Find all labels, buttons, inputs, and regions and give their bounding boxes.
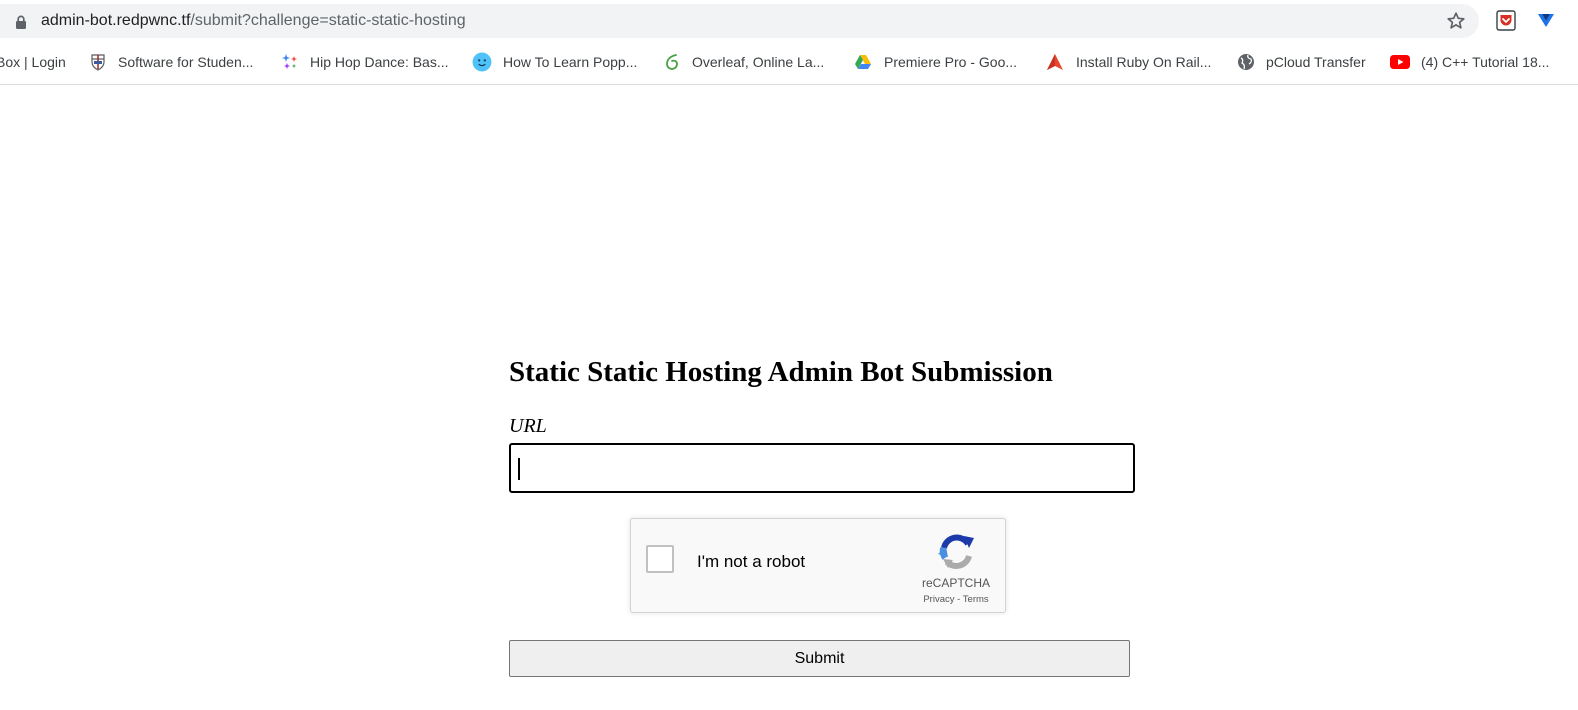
submit-button[interactable]: Submit (509, 640, 1130, 677)
browser-chrome: admin-bot.redpwnc.tf/submit?challenge=st… (0, 0, 1578, 85)
bookmark-label: Premiere Pro - Goo... (884, 54, 1018, 70)
gorails-icon (1047, 54, 1063, 70)
recaptcha-privacy-link[interactable]: Privacy (923, 594, 954, 605)
bookmark-install-ruby-on-rails[interactable]: Install Ruby On Rail... (1045, 44, 1211, 80)
overleaf-leaf-icon (666, 54, 678, 70)
globe-icon (1238, 54, 1254, 70)
url-path: /submit?challenge=static-static-hosting (190, 12, 466, 29)
text-caret (518, 458, 520, 480)
university-crest-icon (91, 54, 105, 71)
bookmark-how-to-learn-popping[interactable]: How To Learn Popp... (472, 44, 637, 80)
recaptcha-widget: I'm not a robot reCAPTCHA Privacy - Term… (630, 518, 1006, 613)
bookmark-overleaf[interactable]: Overleaf, Online La... (663, 44, 824, 80)
bookmarks-bar: Box | Login Software for Studen... Hip H… (0, 44, 1578, 80)
recaptcha-logo-icon (938, 534, 974, 569)
bookmark-label: Box | Login (0, 54, 66, 70)
recaptcha-brand: reCAPTCHA (921, 576, 990, 590)
bookmark-box-login[interactable]: Box | Login (0, 44, 66, 80)
smiley-icon (472, 52, 492, 72)
recaptcha-links: Privacy - Terms (901, 594, 1011, 606)
recaptcha-checkbox[interactable] (646, 545, 674, 573)
bookmark-label: Hip Hop Dance: Bas... (310, 54, 449, 70)
url-label: URL (509, 415, 547, 437)
address-bar[interactable]: admin-bot.redpwnc.tf/submit?challenge=st… (0, 4, 1479, 38)
recaptcha-link-separator: - (954, 594, 963, 605)
extension-heart-icon[interactable] (1536, 11, 1556, 31)
youtube-icon (1390, 55, 1410, 69)
pocket-extension-icon[interactable] (1496, 10, 1516, 32)
google-drive-icon (855, 55, 871, 69)
bookmark-software-for-students[interactable]: Software for Studen... (89, 44, 253, 80)
bookmark-label: (4) C++ Tutorial 18... (1421, 54, 1550, 70)
bookmark-hip-hop-dance[interactable]: Hip Hop Dance: Bas... (281, 44, 449, 80)
bookmark-label: Overleaf, Online La... (692, 54, 825, 70)
bookmark-cpp-tutorial[interactable]: (4) C++ Tutorial 18... (1390, 44, 1549, 80)
bookmark-label: pCloud Transfer (1266, 54, 1366, 70)
star-icon[interactable] (1446, 11, 1466, 31)
lock-icon[interactable] (15, 15, 27, 29)
bookmark-premiere-pro[interactable]: Premiere Pro - Goo... (853, 44, 1017, 80)
url-text[interactable]: admin-bot.redpwnc.tf/submit?challenge=st… (41, 4, 466, 38)
recaptcha-terms-link[interactable]: Terms (963, 594, 989, 605)
url-input[interactable] (509, 443, 1135, 493)
bookmark-pcloud-transfer[interactable]: pCloud Transfer (1237, 44, 1366, 80)
recaptcha-label: I'm not a robot (697, 552, 806, 571)
bookmark-label: Software for Studen... (118, 54, 254, 70)
page-title: Static Static Hosting Admin Bot Submissi… (509, 356, 1053, 388)
bookmark-label: How To Learn Popp... (503, 54, 638, 70)
url-host: admin-bot.redpwnc.tf (41, 12, 191, 29)
sparkle-icon (282, 54, 297, 69)
bookmark-label: Install Ruby On Rail... (1076, 54, 1212, 70)
